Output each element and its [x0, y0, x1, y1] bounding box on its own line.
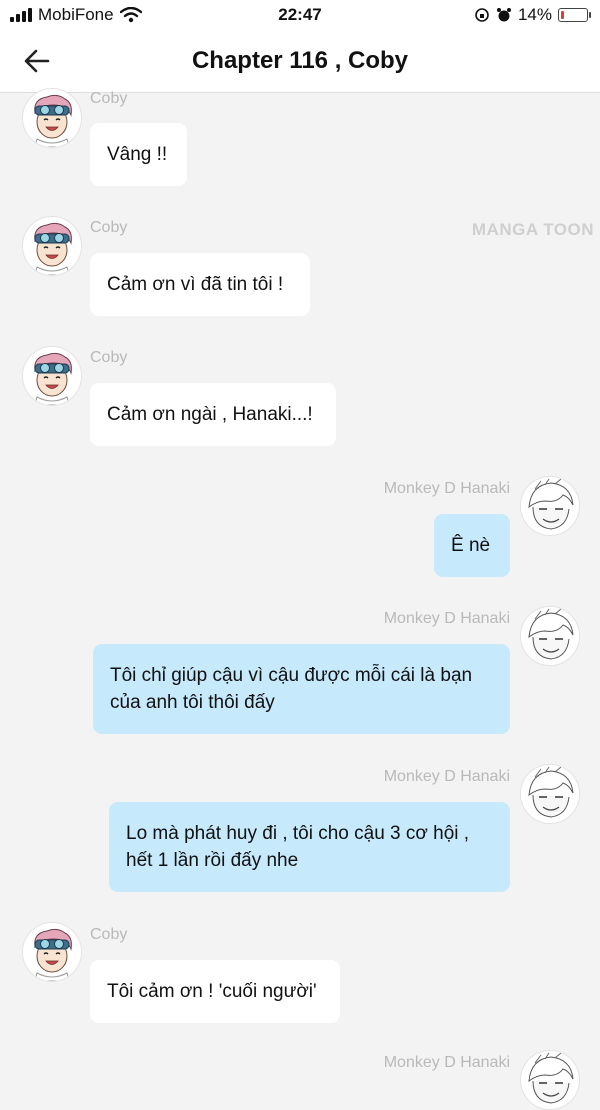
sender-name: Coby: [90, 90, 128, 107]
coby-avatar[interactable]: [22, 922, 82, 982]
chat-header: Chapter 116 , Coby: [0, 30, 600, 93]
message-bubble[interactable]: Ê nè: [434, 514, 510, 577]
sender-name: Coby: [90, 219, 128, 236]
coby-avatar[interactable]: [22, 88, 82, 148]
battery-icon: [558, 8, 591, 22]
hanaki-avatar[interactable]: [520, 1050, 580, 1110]
hanaki-avatar[interactable]: [520, 764, 580, 824]
hanaki-avatar[interactable]: [520, 606, 580, 666]
message-bubble[interactable]: Tôi cảm ơn ! 'cuối người': [90, 960, 340, 1023]
sender-name: Monkey D Hanaki: [383, 1054, 510, 1071]
status-indicators: 14%: [474, 5, 591, 25]
message-bubble[interactable]: Vâng !!: [90, 123, 187, 186]
sender-name: Monkey D Hanaki: [383, 768, 510, 785]
status-bar: MobiFone 22:47 14%: [0, 0, 600, 30]
sender-name: Coby: [90, 349, 128, 366]
message-bubble[interactable]: Lo mà phát huy đi , tôi cho cậu 3 cơ hội…: [109, 802, 510, 892]
alarm-icon: [496, 8, 511, 22]
mangatoon-watermark: MANGA TOON: [471, 220, 594, 239]
sender-name: Coby: [90, 926, 128, 943]
sender-name: Monkey D Hanaki: [383, 480, 510, 497]
coby-avatar[interactable]: [22, 346, 82, 406]
page-title: Chapter 116 , Coby: [191, 47, 409, 74]
battery-percent: 14%: [517, 5, 552, 24]
coby-avatar[interactable]: [22, 216, 82, 276]
hanaki-avatar[interactable]: [520, 476, 580, 536]
rotation-lock-icon: [475, 8, 489, 22]
message-bubble[interactable]: Tôi chỉ giúp cậu vì cậu được mỗi cái là …: [93, 644, 510, 734]
message-bubble[interactable]: Cảm ơn vì đã tin tôi !: [90, 253, 310, 316]
message-bubble[interactable]: Cảm ơn ngài , Hanaki...!: [90, 383, 336, 446]
sender-name: Monkey D Hanaki: [383, 610, 510, 627]
